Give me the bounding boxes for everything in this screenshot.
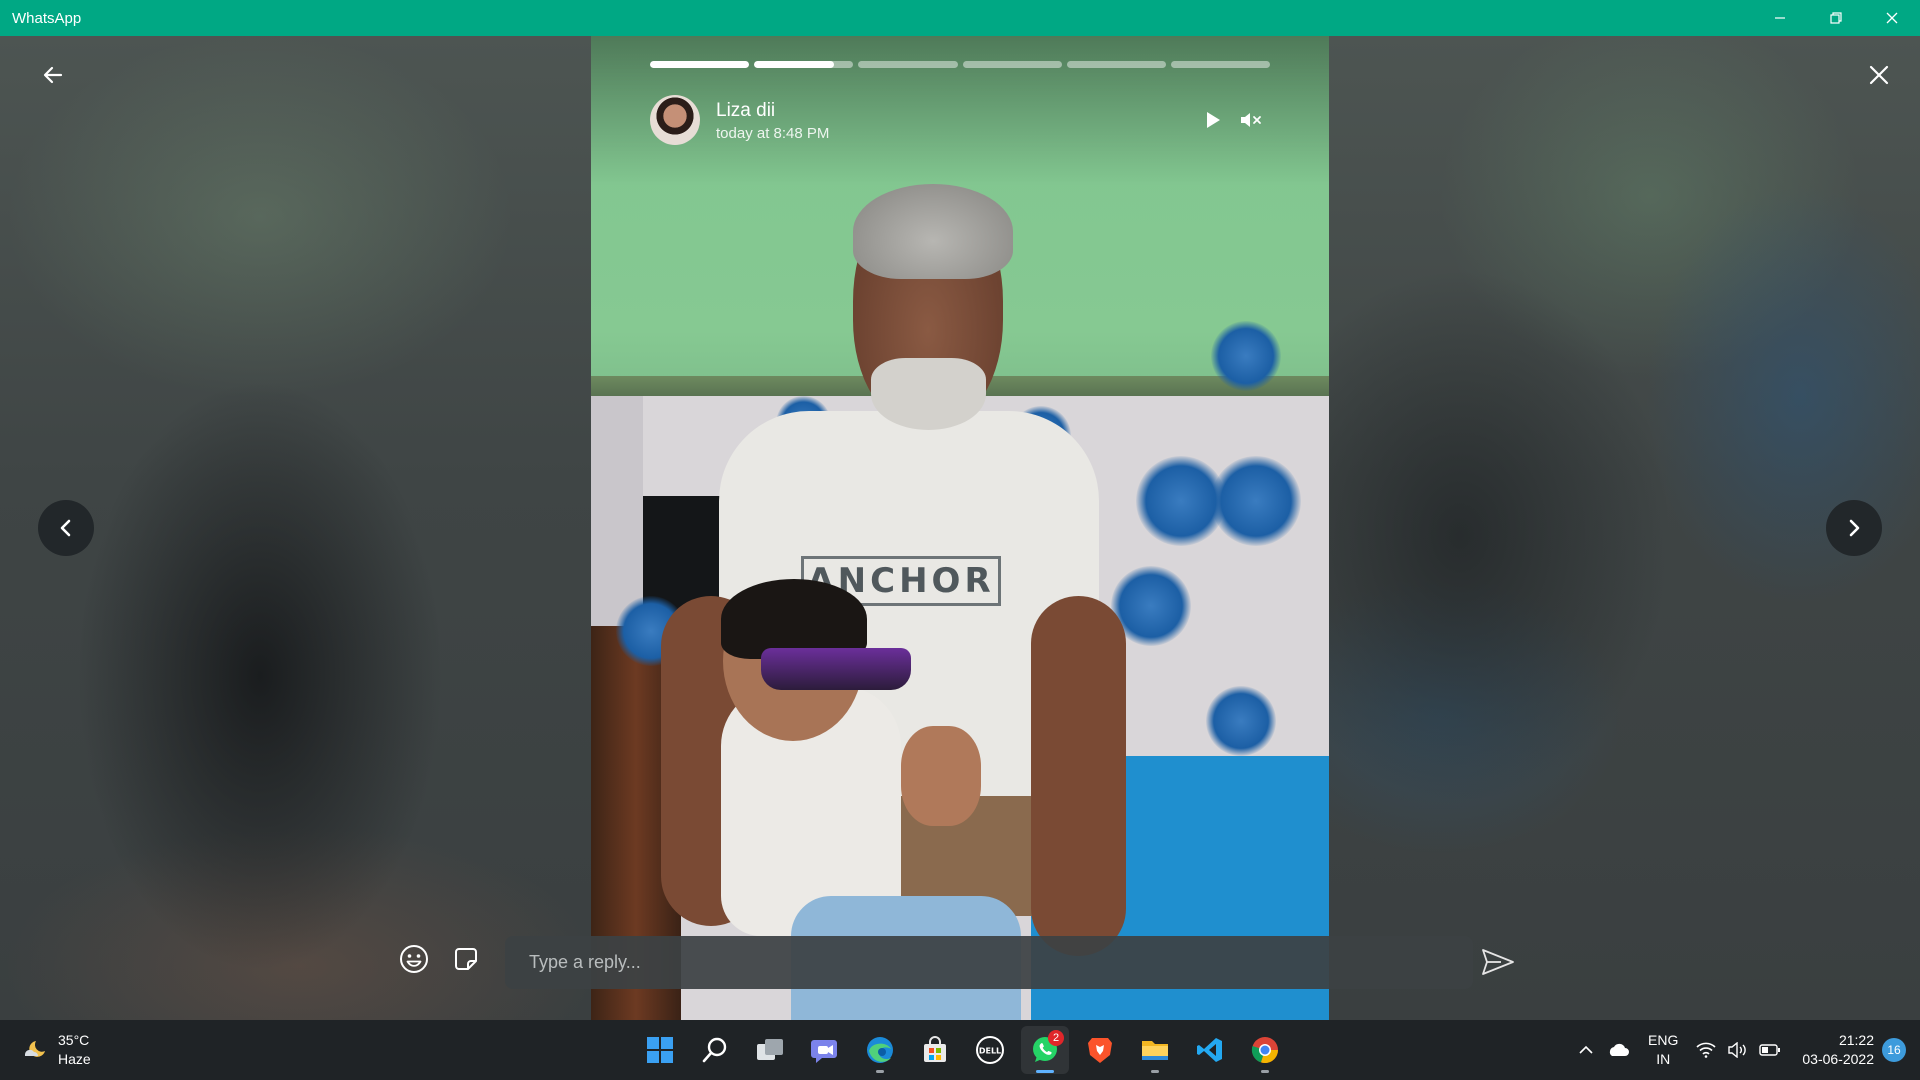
window-titlebar: WhatsApp [0,0,1920,36]
minimize-button[interactable] [1752,0,1808,36]
status-photo: ANCHOR [591,36,1329,1020]
teams-chat-button[interactable] [801,1026,849,1074]
store-button[interactable] [911,1026,959,1074]
status-segment [858,61,958,68]
input-language[interactable]: ENG IN [1648,1031,1678,1069]
minimize-icon [1775,17,1785,19]
close-status-button[interactable] [1862,58,1896,92]
active-indicator [1036,1070,1054,1073]
previous-status-button[interactable] [38,500,94,556]
unread-badge: 2 [1048,1030,1064,1046]
arrow-left-icon [43,66,63,84]
search-button[interactable] [691,1026,739,1074]
close-window-button[interactable] [1864,0,1920,36]
next-status-button[interactable] [1826,500,1882,556]
dell-button[interactable]: DELL [966,1026,1014,1074]
play-button[interactable] [1194,101,1232,139]
weather-widget[interactable]: 35°C Haze [22,1030,91,1070]
app-title: WhatsApp [12,9,82,27]
clock-date: 03-06-2022 [1802,1051,1874,1067]
status-segment-fill [754,61,834,68]
edge-icon [867,1037,893,1063]
store-icon [924,1036,946,1062]
child-sunglasses [761,648,911,690]
status-header: Liza dii today at 8:48 PM [650,92,1270,148]
status-viewer: ANCHOR Liza dii today at 8:48 PM [0,36,1920,1020]
windows-icon [647,1037,673,1063]
task-view-button[interactable] [746,1026,794,1074]
battery-button[interactable] [1756,1036,1784,1064]
close-icon [1869,65,1889,85]
dell-icon: DELL [976,1036,1004,1064]
chevron-right-icon [1849,519,1860,537]
vscode-button[interactable] [1186,1026,1234,1074]
volume-button[interactable] [1724,1036,1752,1064]
status-timestamp: today at 8:48 PM [716,124,830,142]
restore-button[interactable] [1808,0,1864,36]
clock[interactable]: 21:22 03-06-2022 [1802,1031,1874,1069]
clock-time: 21:22 [1838,1032,1874,1048]
notification-count-badge[interactable]: 16 [1882,1038,1906,1062]
chrome-button[interactable] [1241,1026,1289,1074]
running-indicator [1261,1070,1269,1073]
status-segment [962,61,1062,68]
emoji-icon [400,945,428,973]
emoji-button[interactable] [397,942,431,976]
send-button[interactable] [1478,942,1518,982]
mute-button[interactable] [1232,101,1270,139]
status-segment [1066,61,1166,68]
whatsapp-button[interactable]: 2 [1021,1026,1069,1074]
avatar[interactable] [650,95,700,145]
running-indicator [1151,1070,1159,1073]
volume-muted-icon [1241,113,1261,127]
start-button[interactable] [636,1026,684,1074]
status-progress [650,61,1271,68]
send-icon [1482,949,1514,975]
taskbar: 35°C Haze DELL 2 ENG IN 21:22 03-06-2022… [0,1020,1920,1080]
status-segment [754,61,854,68]
sticker-icon [455,948,477,970]
back-button[interactable] [36,58,70,92]
sticker-button[interactable] [449,942,483,976]
play-icon [1207,112,1220,128]
search-icon [702,1037,727,1063]
wifi-icon [1696,1042,1716,1058]
brave-icon [1088,1038,1112,1063]
running-indicator [876,1070,884,1073]
restore-icon [1830,12,1842,24]
svg-text:DELL: DELL [979,1047,1001,1056]
chrome-icon [1251,1037,1278,1064]
battery-icon [1759,1044,1781,1056]
folder-icon [1142,1041,1168,1060]
chevron-left-icon [60,519,71,537]
contact-name[interactable]: Liza dii [716,99,1194,123]
cloud-icon [1609,1043,1630,1056]
chevron-up-icon [1579,1045,1593,1054]
edge-button[interactable] [856,1026,904,1074]
status-segment [650,61,750,68]
close-icon [1886,12,1898,24]
system-tray: ENG IN 21:22 03-06-2022 16 [1572,1020,1920,1080]
weather-temperature: 35°C [58,1032,90,1048]
weather-haze-icon [25,1041,45,1057]
language-code: ENG [1648,1032,1679,1048]
weather-description: Haze [58,1051,91,1067]
reply-field[interactable] [505,936,1473,989]
file-explorer-button[interactable] [1131,1026,1179,1074]
vscode-icon [1197,1038,1222,1062]
taskbar-apps: DELL 2 [636,1026,1289,1074]
reply-input[interactable] [529,952,1473,973]
show-hidden-icons-button[interactable] [1572,1036,1600,1064]
region-code: IN [1656,1051,1671,1067]
teams-icon [811,1040,837,1063]
status-segment [1170,61,1271,68]
onedrive-button[interactable] [1604,1036,1632,1064]
status-segment-fill [650,61,750,68]
task-view-icon [757,1039,783,1060]
brave-button[interactable] [1076,1026,1124,1074]
volume-icon [1728,1042,1747,1058]
wifi-button[interactable] [1692,1036,1720,1064]
